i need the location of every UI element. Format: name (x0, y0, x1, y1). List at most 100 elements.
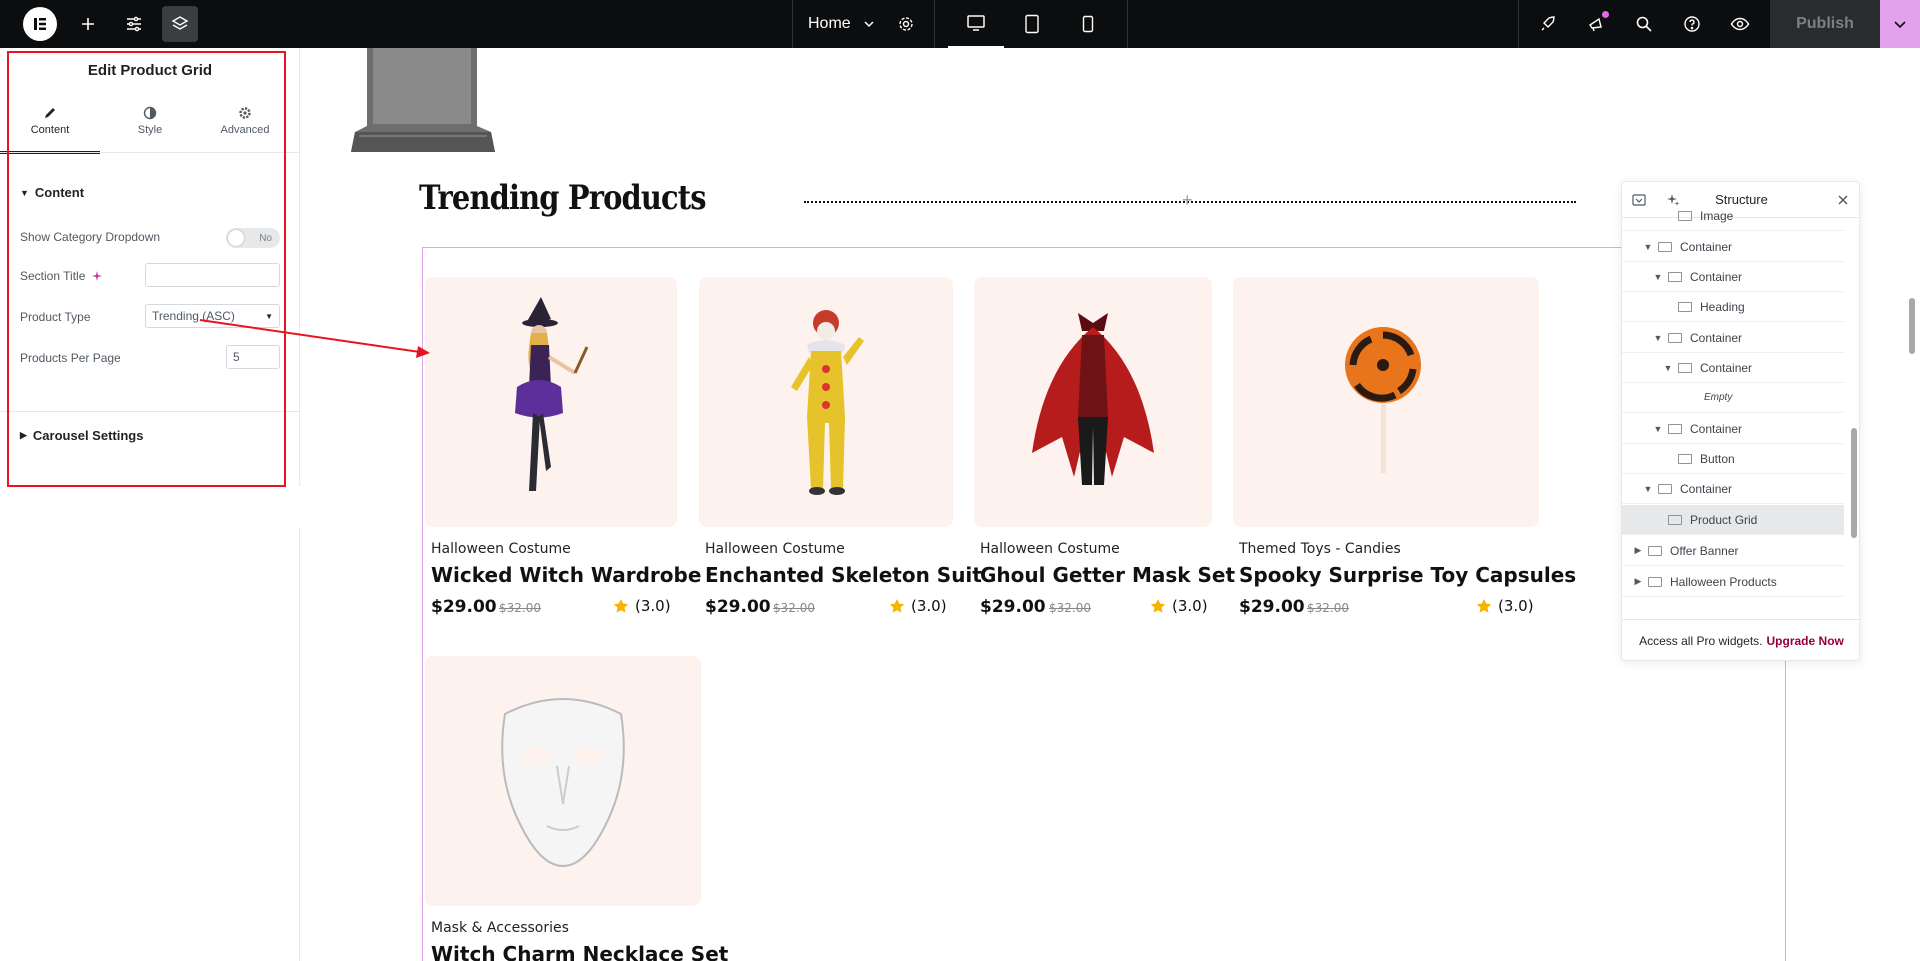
product-rating: (3.0) (889, 597, 947, 615)
product-price: $29.00 (1239, 597, 1305, 617)
structure-row[interactable]: Empty (1622, 383, 1844, 413)
help-icon[interactable] (1674, 6, 1710, 42)
rating-value: (3.0) (911, 597, 947, 615)
product-category: Halloween Costume (980, 541, 1120, 557)
product-image-lollipop[interactable] (1233, 277, 1539, 527)
caret-down-icon[interactable]: ▼ (1652, 424, 1664, 434)
tab-advanced[interactable]: Advanced (195, 106, 295, 154)
element-type-icon (1678, 453, 1692, 464)
search-icon[interactable] (1626, 6, 1662, 42)
product-image-vampire[interactable] (974, 277, 1212, 527)
structure-row-label: Container (1690, 269, 1743, 284)
product-rating: (3.0) (613, 597, 671, 615)
structure-row[interactable]: ▼ Container (1622, 262, 1844, 292)
star-icon (1150, 599, 1166, 613)
element-type-icon (1668, 423, 1682, 434)
element-type-icon (1658, 483, 1672, 494)
carousel-section-toggle[interactable]: ▶ Carousel Settings (20, 428, 143, 443)
divider (0, 411, 300, 412)
section-title-input[interactable] (145, 263, 280, 287)
whats-new-icon[interactable] (1578, 6, 1614, 42)
caret-down-icon[interactable]: ▼ (1642, 484, 1654, 494)
show-category-label: Show Category Dropdown (20, 230, 161, 244)
element-type-icon (1648, 545, 1662, 556)
divider (0, 152, 300, 153)
caret-right-icon[interactable]: ▶ (1632, 576, 1644, 587)
scrollbar-thumb[interactable] (1909, 298, 1915, 354)
ai-sparkle-icon[interactable] (91, 270, 103, 282)
structure-row[interactable]: ▼ Container (1622, 232, 1844, 262)
pro-widgets-text: Access all Pro widgets. (1639, 633, 1763, 648)
page-settings-gear-icon[interactable] (888, 6, 924, 42)
product-image-witch[interactable] (425, 277, 677, 527)
notification-dot (1602, 11, 1609, 18)
caret-down-icon[interactable]: ▼ (1652, 333, 1664, 343)
rocket-icon[interactable] (1530, 6, 1566, 42)
structure-scrollbar[interactable] (1849, 218, 1859, 598)
product-rating: (3.0) (1476, 597, 1534, 615)
structure-row-label: Container (1690, 330, 1743, 345)
elementor-logo-icon[interactable] (23, 7, 57, 41)
plus-icon[interactable]: + (1182, 190, 1193, 211)
tablet-view-icon[interactable] (1004, 0, 1060, 48)
caret-right-icon: ▶ (20, 430, 27, 440)
structure-row[interactable]: ▼ Container (1622, 353, 1844, 383)
structure-row[interactable]: ▼ Container (1622, 323, 1844, 353)
product-image-mask[interactable] (425, 656, 701, 906)
tab-style-label: Style (137, 124, 163, 136)
product-old-price: $32.00 (773, 601, 815, 615)
structure-row[interactable]: ▼ Container (1622, 474, 1844, 504)
show-category-toggle[interactable]: No (226, 228, 280, 248)
page-scrollbar[interactable] (1904, 48, 1920, 961)
product-old-price: $32.00 (499, 601, 541, 615)
toggle-knob (228, 230, 244, 246)
caret-down-icon[interactable]: ▼ (1662, 363, 1674, 373)
structure-row[interactable]: ▼ Container (1622, 414, 1844, 444)
top-bar: Home Publish (0, 0, 1920, 48)
publish-button[interactable]: Publish (1770, 0, 1880, 48)
tab-style[interactable]: Style (100, 106, 200, 154)
half-circle-icon (143, 106, 157, 120)
product-name[interactable]: Spooky Surprise Toy Capsules (1239, 563, 1576, 587)
caret-down-icon[interactable]: ▼ (1652, 272, 1664, 282)
structure-scrollbar-thumb[interactable] (1851, 428, 1857, 538)
add-element-icon[interactable] (70, 6, 106, 42)
content-section-toggle[interactable]: ▼ Content (20, 185, 84, 200)
product-name[interactable]: Wicked Witch Wardrobe (431, 563, 701, 587)
structure-row[interactable]: Button (1622, 444, 1844, 474)
page-name: Home (808, 15, 851, 32)
tab-content[interactable]: Content (0, 106, 100, 154)
rating-value: (3.0) (1498, 597, 1534, 615)
products-per-page-input[interactable]: 5 (226, 345, 280, 369)
product-image-clown[interactable] (699, 277, 953, 527)
desktop-view-icon[interactable] (948, 0, 1004, 48)
product-name[interactable]: Enchanted Skeleton Suit (705, 563, 982, 587)
product-type-label: Product Type (20, 310, 91, 324)
star-icon (613, 599, 629, 613)
structure-layers-icon[interactable] (162, 6, 198, 42)
caret-down-icon: ▼ (20, 187, 29, 198)
divider (1127, 0, 1128, 48)
structure-row[interactable]: Product Grid (1622, 505, 1844, 535)
caret-right-icon[interactable]: ▶ (1632, 545, 1644, 556)
preview-eye-icon[interactable] (1722, 6, 1758, 42)
structure-row[interactable]: Heading (1622, 292, 1844, 322)
upgrade-now-link[interactable]: Upgrade Now (1767, 634, 1844, 648)
product-name[interactable]: Witch Charm Necklace Set (431, 942, 728, 961)
structure-row[interactable]: ▶ Offer Banner (1622, 536, 1844, 566)
product-type-select[interactable]: Trending (ASC) ▼ (145, 304, 280, 328)
mobile-view-icon[interactable] (1060, 0, 1116, 48)
product-old-price: $32.00 (1049, 601, 1091, 615)
structure-row-label: Image (1700, 208, 1734, 223)
structure-row[interactable]: Image (1622, 201, 1844, 231)
page-selector[interactable]: Home (808, 0, 875, 48)
publish-options-button[interactable] (1880, 0, 1920, 48)
pencil-icon (45, 108, 55, 118)
element-type-icon (1668, 271, 1682, 282)
carousel-section-title: Carousel Settings (32, 428, 144, 443)
product-name[interactable]: Ghoul Getter Mask Set (980, 563, 1235, 587)
structure-row[interactable]: ▶ Halloween Products (1622, 567, 1844, 597)
caret-down-icon[interactable]: ▼ (1642, 242, 1654, 252)
product-rating: (3.0) (1150, 597, 1208, 615)
site-settings-icon[interactable] (116, 6, 152, 42)
